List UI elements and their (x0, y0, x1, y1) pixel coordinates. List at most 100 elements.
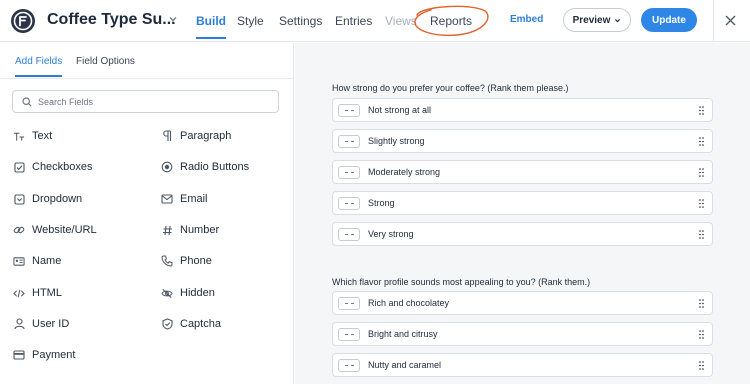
drag-handle-icon[interactable] (699, 168, 704, 177)
option-label: Very strong (368, 229, 414, 239)
tab-entries[interactable]: Entries (335, 14, 372, 28)
ranking-option[interactable]: Slightly strong (332, 129, 713, 153)
drag-handle-icon[interactable] (699, 106, 704, 115)
field-website-url[interactable]: Website/URL (13, 222, 97, 238)
field-label: Name (32, 255, 62, 267)
phone-icon (161, 255, 173, 267)
field-hidden[interactable]: Hidden (161, 285, 215, 301)
field-number[interactable]: Number (161, 222, 219, 238)
ranking-option[interactable]: Rich and chocolatey (332, 291, 713, 315)
field-label: Hidden (180, 287, 215, 299)
search-icon (22, 97, 32, 107)
embed-link[interactable]: Embed (510, 14, 543, 25)
fields-sidebar: Add Fields Field Options Text Checkboxes… (0, 43, 294, 384)
field-label: User ID (32, 318, 70, 330)
ranking-option[interactable]: Nutty and caramel (332, 353, 713, 377)
rank-select[interactable] (338, 297, 360, 310)
search-input[interactable] (38, 93, 268, 110)
checkbox-icon (13, 161, 25, 173)
close-icon[interactable] (724, 14, 737, 27)
shield-icon (161, 318, 173, 330)
rank-select[interactable] (338, 197, 360, 210)
code-icon (13, 287, 25, 299)
rank-select[interactable] (338, 104, 360, 117)
field-email[interactable]: Email (161, 191, 208, 207)
field-label: Number (180, 224, 220, 236)
tab-field-options[interactable]: Field Options (76, 56, 135, 67)
drag-handle-icon[interactable] (699, 299, 704, 308)
ranking-option[interactable]: Strong (332, 191, 713, 215)
field-label: Dropdown (32, 193, 83, 205)
tab-reports[interactable]: Reports (430, 14, 472, 28)
rank-select[interactable] (338, 166, 360, 179)
chevron-down-icon[interactable] (168, 14, 178, 24)
eye-slash-icon (161, 287, 173, 299)
user-icon (13, 318, 25, 330)
ranking-option[interactable]: Not strong at all (332, 98, 713, 122)
hash-icon (161, 224, 173, 236)
tab-build[interactable]: Build (196, 14, 226, 39)
ranking-option[interactable]: Bright and citrusy (332, 322, 713, 346)
field-paragraph[interactable]: Paragraph (161, 128, 231, 144)
tab-settings[interactable]: Settings (279, 14, 322, 28)
option-label: Moderately strong (368, 167, 441, 177)
tab-add-fields[interactable]: Add Fields (15, 56, 63, 77)
field-label: Radio Buttons (180, 161, 250, 173)
drag-handle-icon[interactable] (699, 137, 704, 146)
field-phone[interactable]: Phone (161, 253, 212, 269)
chevron-down-icon (615, 18, 621, 22)
field-label: Checkboxes (32, 161, 93, 173)
form-title[interactable]: Coffee Type Su... (47, 11, 176, 29)
field-captcha[interactable]: Captcha (161, 316, 221, 332)
tab-views[interactable]: Views (385, 14, 417, 28)
ranking-option[interactable]: Very strong (332, 222, 713, 246)
search-box[interactable] (12, 90, 279, 113)
option-label: Not strong at all (368, 105, 432, 115)
divider (0, 78, 293, 79)
id-card-icon (13, 255, 25, 267)
field-label: Captcha (180, 318, 221, 330)
radio-icon (161, 161, 173, 173)
field-label: Email (180, 193, 208, 205)
divider (713, 0, 714, 42)
rank-select[interactable] (338, 135, 360, 148)
drag-handle-icon[interactable] (699, 230, 704, 239)
option-label: Strong (368, 198, 395, 208)
drag-handle-icon[interactable] (699, 330, 704, 339)
drag-handle-icon[interactable] (699, 199, 704, 208)
paragraph-icon (161, 130, 173, 142)
card-icon (13, 349, 25, 361)
drag-handle-icon[interactable] (699, 361, 704, 370)
field-label: Payment (32, 349, 76, 361)
option-label: Nutty and caramel (368, 360, 442, 370)
field-label: HTML (32, 287, 62, 299)
question-label: Which flavor profile sounds most appeali… (332, 277, 591, 287)
option-label: Rich and chocolatey (368, 298, 450, 308)
link-icon (13, 224, 25, 236)
ranking-option[interactable]: Moderately strong (332, 160, 713, 184)
preview-button[interactable]: Preview (563, 8, 631, 32)
option-label: Bright and citrusy (368, 329, 438, 339)
field-dropdown[interactable]: Dropdown (13, 191, 82, 207)
rank-select[interactable] (338, 228, 360, 241)
field-radio-buttons[interactable]: Radio Buttons (161, 159, 249, 175)
field-name[interactable]: Name (13, 253, 61, 269)
preview-label: Preview (572, 14, 611, 26)
field-label: Paragraph (180, 130, 232, 142)
field-payment[interactable]: Payment (13, 347, 75, 363)
update-button[interactable]: Update (641, 8, 697, 32)
field-label: Website/URL (32, 224, 97, 236)
field-user-id[interactable]: User ID (13, 316, 69, 332)
dropdown-icon (13, 193, 25, 205)
field-text[interactable]: Text (13, 128, 52, 144)
rank-select[interactable] (338, 328, 360, 341)
rank-select[interactable] (338, 359, 360, 372)
email-icon (161, 193, 173, 205)
app-logo-icon[interactable] (11, 9, 35, 33)
tab-style[interactable]: Style (237, 14, 264, 28)
field-label: Phone (180, 255, 212, 267)
field-html[interactable]: HTML (13, 285, 62, 301)
option-label: Slightly strong (368, 136, 425, 146)
field-checkboxes[interactable]: Checkboxes (13, 159, 93, 175)
field-label: Text (32, 130, 53, 142)
